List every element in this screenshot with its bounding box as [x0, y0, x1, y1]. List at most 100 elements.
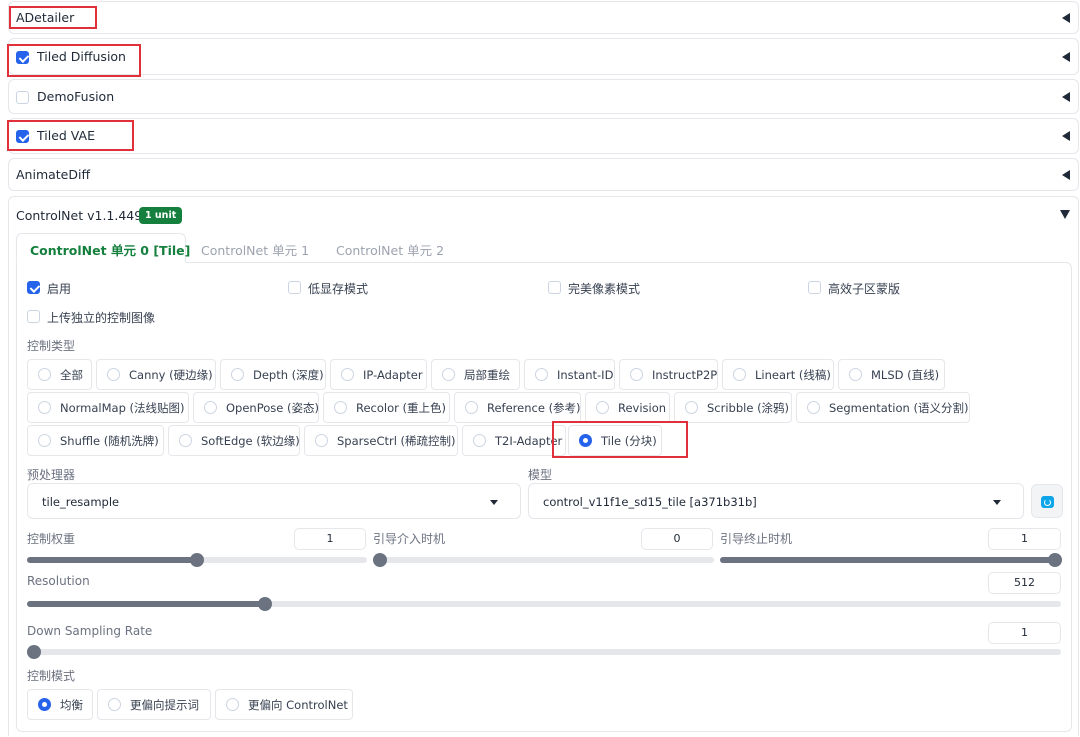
- model-dropdown[interactable]: control_v11f1e_sd15_tile [a371b31b]: [528, 483, 1024, 519]
- low-vram-checkbox[interactable]: [288, 281, 301, 294]
- tab-controlnet-unit-2[interactable]: ControlNet 单元 2: [336, 240, 444, 259]
- slider-thumb[interactable]: [373, 553, 387, 567]
- slider-thumb[interactable]: [190, 553, 204, 567]
- guidance-end-label: 引导终止时机: [720, 532, 793, 546]
- control-type-option[interactable]: MLSD (直线): [838, 359, 945, 390]
- control-type-option[interactable]: 局部重绘: [431, 359, 520, 390]
- radio-icon: [179, 434, 192, 447]
- control-type-option[interactable]: Recolor (重上色): [323, 392, 450, 423]
- slider-thumb[interactable]: [258, 597, 272, 611]
- radio-icon: [596, 401, 609, 414]
- highlight-box: [9, 6, 97, 29]
- accordion-animatediff[interactable]: AnimateDiff: [8, 158, 1079, 191]
- demofusion-checkbox[interactable]: [16, 91, 29, 104]
- tab-controlnet-unit-1[interactable]: ControlNet 单元 1: [201, 240, 309, 259]
- guidance-start-input[interactable]: 0: [641, 528, 713, 550]
- accordion-tiled-diffusion[interactable]: Tiled Diffusion: [8, 38, 1079, 75]
- radio-icon: [38, 434, 51, 447]
- controlnet-title[interactable]: ControlNet v1.1.449: [16, 208, 142, 223]
- control-type-option[interactable]: Revision: [585, 392, 670, 423]
- accordion-title: DemoFusion: [37, 89, 115, 104]
- radio-icon: [226, 698, 239, 711]
- control-type-option[interactable]: Depth (深度): [220, 359, 326, 390]
- control-weight-slider[interactable]: [27, 553, 367, 567]
- low-vram-label: 低显存模式: [308, 282, 369, 296]
- guidance-start-slider[interactable]: [373, 553, 714, 567]
- control-type-option[interactable]: Scribble (涂鸦): [674, 392, 792, 423]
- radio-icon: [108, 698, 121, 711]
- highlight-box: [552, 421, 688, 458]
- expand-arrow-icon[interactable]: [1060, 210, 1070, 219]
- radio-icon: [685, 401, 698, 414]
- enable-label: 启用: [47, 282, 72, 296]
- control-mode-label: 控制模式: [27, 669, 76, 683]
- tab-controlnet-unit-0[interactable]: ControlNet 单元 0 [Tile]: [30, 240, 190, 259]
- radio-icon: [733, 368, 746, 381]
- preprocessor-dropdown[interactable]: tile_resample: [27, 483, 521, 519]
- collapse-arrow-icon[interactable]: [1062, 131, 1070, 141]
- efficient-mask-checkbox[interactable]: [808, 281, 821, 294]
- slider-thumb[interactable]: [1048, 553, 1062, 567]
- collapse-arrow-icon[interactable]: [1062, 170, 1070, 180]
- control-type-option[interactable]: IP-Adapter: [330, 359, 427, 390]
- control-type-option[interactable]: Reference (参考): [454, 392, 581, 423]
- highlight-box: [7, 44, 141, 77]
- radio-icon: [204, 401, 217, 414]
- preprocessor-value: tile_resample: [42, 495, 120, 509]
- preprocessor-label: 预处理器: [27, 468, 76, 482]
- resolution-label: Resolution: [27, 574, 90, 588]
- accordion-demofusion[interactable]: DemoFusion: [8, 79, 1079, 114]
- accordion-title: AnimateDiff: [16, 167, 91, 182]
- radio-icon: [38, 368, 51, 381]
- accordion-tiled-vae[interactable]: Tiled VAE: [8, 118, 1079, 154]
- chevron-down-icon: [490, 500, 498, 505]
- highlight-box: [7, 120, 134, 151]
- enable-checkbox[interactable]: [27, 281, 40, 294]
- resolution-slider[interactable]: [27, 597, 1061, 611]
- radio-icon: [630, 368, 643, 381]
- collapse-arrow-icon[interactable]: [1062, 92, 1070, 102]
- control-type-label: 控制类型: [27, 339, 76, 353]
- down-sampling-input[interactable]: 1: [988, 622, 1061, 644]
- unit-count-badge: 1 unit: [139, 207, 183, 224]
- control-type-option[interactable]: T2I-Adapter: [462, 425, 566, 456]
- control-type-option[interactable]: SparseCtrl (稀疏控制): [304, 425, 458, 456]
- refresh-models-button[interactable]: [1031, 484, 1063, 518]
- collapse-arrow-icon[interactable]: [1062, 52, 1070, 62]
- radio-icon: [38, 401, 51, 414]
- resolution-input[interactable]: 512: [988, 572, 1061, 594]
- down-sampling-slider[interactable]: [27, 645, 1061, 659]
- control-weight-input[interactable]: 1: [294, 528, 366, 550]
- radio-icon: [473, 434, 486, 447]
- control-type-option[interactable]: Segmentation (语义分割): [796, 392, 970, 423]
- slider-thumb[interactable]: [27, 645, 41, 659]
- control-type-option[interactable]: Instant-ID: [524, 359, 615, 390]
- control-type-option[interactable]: NormalMap (法线贴图): [27, 392, 189, 423]
- control-mode-option[interactable]: 更偏向 ControlNet: [215, 689, 353, 720]
- guidance-end-slider[interactable]: [720, 553, 1062, 567]
- control-mode-option-selected[interactable]: 均衡: [27, 689, 93, 720]
- control-type-option[interactable]: Canny (硬边缘): [96, 359, 216, 390]
- chevron-down-icon: [993, 500, 1001, 505]
- upload-independent-checkbox[interactable]: [27, 310, 40, 323]
- collapse-arrow-icon[interactable]: [1062, 13, 1070, 23]
- control-type-option[interactable]: OpenPose (姿态): [193, 392, 319, 423]
- guidance-end-input[interactable]: 1: [988, 528, 1061, 550]
- control-type-option[interactable]: Lineart (线稿): [722, 359, 834, 390]
- guidance-start-label: 引导介入时机: [373, 532, 446, 546]
- radio-icon: [341, 368, 354, 381]
- upload-independent-label: 上传独立的控制图像: [47, 311, 156, 325]
- radio-icon: [231, 368, 244, 381]
- control-type-option[interactable]: 全部: [27, 359, 92, 390]
- accordion-adetailer[interactable]: ADetailer: [8, 1, 1079, 34]
- control-type-option[interactable]: SoftEdge (软边缘): [168, 425, 300, 456]
- control-mode-option[interactable]: 更偏向提示词: [97, 689, 211, 720]
- radio-icon: [465, 401, 478, 414]
- efficient-mask-label: 高效子区蒙版: [828, 282, 901, 296]
- slider-fill: [720, 557, 1055, 563]
- pixel-perfect-label: 完美像素模式: [568, 282, 641, 296]
- control-type-option[interactable]: Shuffle (随机洗牌): [27, 425, 164, 456]
- pixel-perfect-checkbox[interactable]: [548, 281, 561, 294]
- refresh-icon: [1041, 496, 1054, 508]
- control-type-option[interactable]: InstructP2P: [619, 359, 718, 390]
